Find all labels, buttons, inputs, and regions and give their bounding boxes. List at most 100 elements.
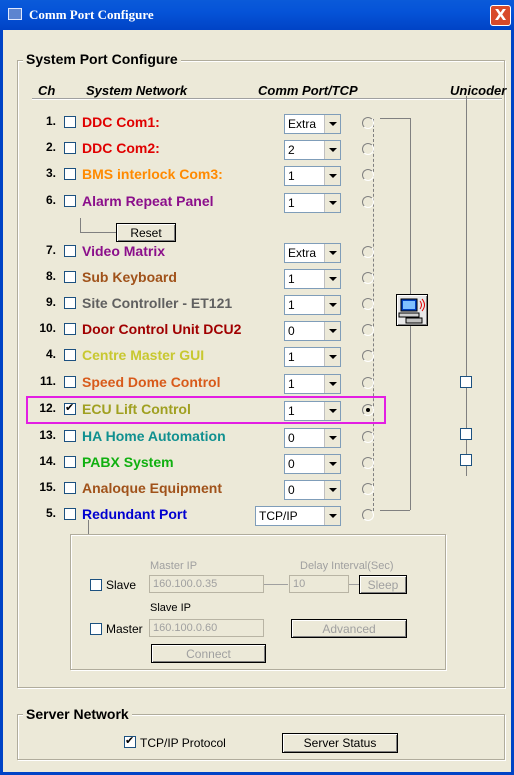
- reset-button[interactable]: Reset: [116, 223, 176, 242]
- sleep-button[interactable]: Sleep: [359, 575, 407, 594]
- connect-button[interactable]: Connect: [151, 644, 266, 663]
- comm-port-select[interactable]: TCP/IP: [255, 506, 341, 526]
- comm-port-radio[interactable]: [362, 246, 374, 258]
- comm-port-value: 1: [288, 377, 295, 391]
- system-network-label: Site Controller - ET121: [82, 295, 233, 311]
- enable-checkbox[interactable]: [64, 142, 76, 154]
- comm-port-radio[interactable]: [362, 350, 374, 362]
- comm-port-select[interactable]: 1: [284, 347, 341, 367]
- dropdown-arrow-icon[interactable]: [324, 375, 340, 393]
- comm-port-value: 0: [288, 324, 295, 338]
- enable-checkbox[interactable]: [64, 245, 76, 257]
- comm-port-radio[interactable]: [362, 483, 374, 495]
- redundant-connector: [88, 520, 89, 534]
- enable-checkbox[interactable]: [64, 271, 76, 283]
- dropdown-arrow-icon[interactable]: [324, 141, 340, 159]
- comm-port-select[interactable]: Extra: [284, 114, 341, 134]
- server-status-button[interactable]: Server Status: [282, 733, 398, 753]
- slave-ip-field[interactable]: 160.100.0.60: [149, 619, 264, 637]
- enable-checkbox[interactable]: [64, 297, 76, 309]
- comm-port-radio[interactable]: [362, 196, 374, 208]
- comm-port-value: 0: [288, 457, 295, 471]
- enable-checkbox[interactable]: [64, 168, 76, 180]
- dropdown-arrow-icon[interactable]: [324, 270, 340, 288]
- master-ip-field[interactable]: 160.100.0.35: [149, 575, 264, 593]
- comm-port-select[interactable]: 1: [284, 374, 341, 394]
- comm-port-select[interactable]: Extra: [284, 243, 341, 263]
- dropdown-arrow-icon[interactable]: [324, 322, 340, 340]
- dropdown-arrow-icon[interactable]: [324, 296, 340, 314]
- slave-checkbox[interactable]: [90, 579, 102, 591]
- system-network-label: Door Control Unit DCU2: [82, 321, 242, 337]
- system-network-label: PABX System: [82, 454, 174, 470]
- comm-port-select[interactable]: 1: [284, 295, 341, 315]
- comm-port-value: 0: [288, 483, 295, 497]
- port-row: 5. Redundant Port TCP/IP: [0, 506, 514, 526]
- comm-port-radio[interactable]: [362, 298, 374, 310]
- comm-port-select[interactable]: 0: [284, 321, 341, 341]
- port-row: 8. Sub Keyboard 1: [0, 269, 514, 289]
- tcpip-protocol-checkbox[interactable]: ✔: [124, 734, 136, 748]
- server-network-title: Server Network: [23, 706, 132, 722]
- comm-port-select[interactable]: 0: [284, 480, 341, 500]
- enable-checkbox[interactable]: [64, 116, 76, 128]
- unicoder-checkbox-14[interactable]: [460, 454, 472, 466]
- comm-port-radio[interactable]: [362, 272, 374, 284]
- comm-port-radio[interactable]: [362, 169, 374, 181]
- system-network-label: DDC Com2:: [82, 140, 160, 156]
- system-port-group-title: System Port Configure: [23, 51, 181, 67]
- comm-port-value: 1: [288, 350, 295, 364]
- channel-number: 13.: [39, 428, 56, 442]
- enable-checkbox[interactable]: [64, 430, 76, 442]
- comm-port-radio[interactable]: [362, 117, 374, 129]
- comm-port-radio[interactable]: [362, 509, 374, 521]
- enable-checkbox[interactable]: [64, 482, 76, 494]
- dropdown-arrow-icon[interactable]: [324, 194, 340, 212]
- system-network-label: Sub Keyboard: [82, 269, 177, 285]
- dropdown-arrow-icon[interactable]: [324, 455, 340, 473]
- dropdown-arrow-icon[interactable]: [324, 115, 340, 133]
- comm-port-select[interactable]: 0: [284, 428, 341, 448]
- channel-number: 5.: [45, 506, 56, 520]
- channel-number: 2.: [45, 140, 56, 154]
- master-checkbox[interactable]: [90, 623, 102, 635]
- channel-number: 14.: [39, 454, 56, 468]
- window-title: Comm Port Configure: [29, 7, 154, 22]
- enable-checkbox[interactable]: [64, 349, 76, 361]
- comm-port-radio[interactable]: [362, 457, 374, 469]
- dropdown-arrow-icon[interactable]: [324, 348, 340, 366]
- enable-checkbox[interactable]: [64, 195, 76, 207]
- delay-interval-label: Delay Interval(Sec): [300, 560, 394, 572]
- system-network-label: Analoque Equipment: [82, 480, 222, 496]
- comm-port-select[interactable]: 1: [284, 166, 341, 186]
- enable-checkbox[interactable]: [64, 456, 76, 468]
- enable-checkbox[interactable]: [64, 323, 76, 335]
- comm-port-radio[interactable]: [362, 324, 374, 336]
- delay-interval-field[interactable]: 10: [289, 575, 349, 593]
- dropdown-arrow-icon[interactable]: [324, 481, 340, 499]
- comm-port-select[interactable]: 1: [284, 269, 341, 289]
- comm-port-value: Extra: [288, 117, 317, 131]
- comm-port-radio[interactable]: [362, 377, 374, 389]
- dropdown-arrow-icon[interactable]: [324, 167, 340, 185]
- comm-port-select[interactable]: 1: [284, 193, 341, 213]
- comm-port-select[interactable]: 2: [284, 140, 341, 160]
- delay-connector: [264, 584, 288, 585]
- system-network-label: Speed Dome Control: [82, 374, 221, 390]
- enable-checkbox[interactable]: [64, 376, 76, 388]
- port-row: 1. DDC Com1: Extra: [0, 114, 514, 134]
- dropdown-arrow-icon[interactable]: [324, 507, 340, 525]
- reset-connector-hline: [80, 232, 116, 233]
- unicoder-checkbox-11[interactable]: [460, 376, 472, 388]
- comm-port-radio[interactable]: [362, 431, 374, 443]
- port-row: 7. Video Matrix Extra: [0, 243, 514, 263]
- comm-port-radio[interactable]: [362, 143, 374, 155]
- port-row: 15. Analoque Equipment 0: [0, 480, 514, 500]
- dropdown-arrow-icon[interactable]: [324, 244, 340, 262]
- advanced-button[interactable]: Advanced: [291, 619, 407, 638]
- close-button[interactable]: X: [490, 5, 511, 26]
- dropdown-arrow-icon[interactable]: [324, 429, 340, 447]
- unicoder-checkbox-13[interactable]: [460, 428, 472, 440]
- enable-checkbox[interactable]: [64, 508, 76, 520]
- comm-port-select[interactable]: 0: [284, 454, 341, 474]
